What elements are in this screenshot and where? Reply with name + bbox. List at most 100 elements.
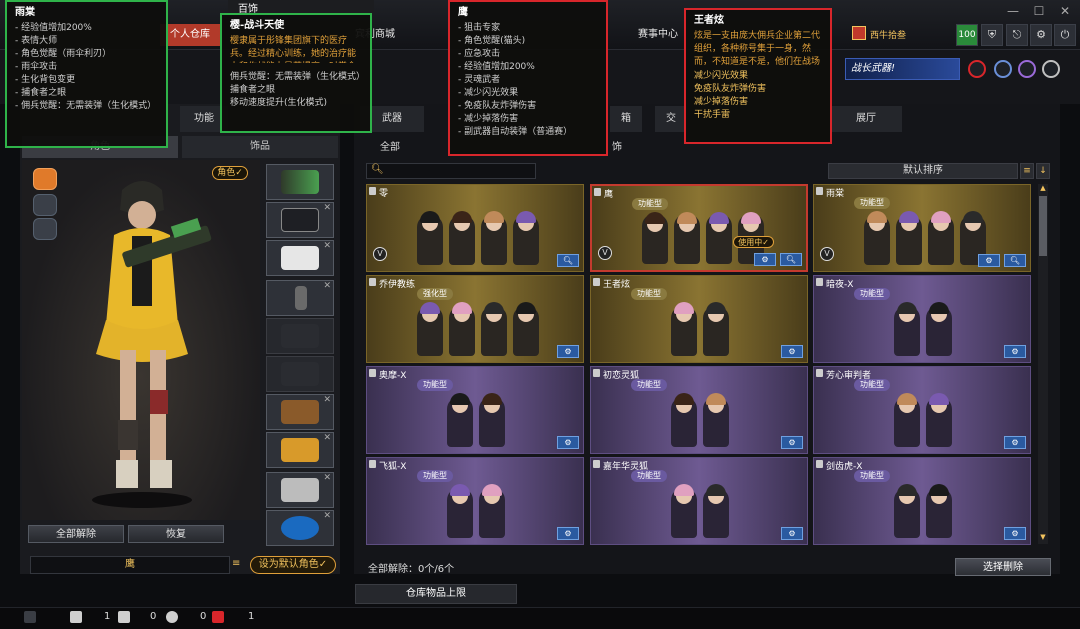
scroll-up-icon[interactable]: ▲ [1039, 184, 1047, 194]
card-settings-icon[interactable]: ⚙ [754, 253, 776, 266]
tooltip-description: 炫是一支由庞大佣兵企业第二代组织，各种称号集于一身，然而，不知道是不是，他们在战… [694, 31, 821, 66]
equip-slot[interactable]: ✕ [266, 280, 334, 316]
rank-icon [852, 26, 866, 40]
sort-select[interactable]: 默认排序 [828, 163, 1018, 179]
gift-icon[interactable] [212, 611, 224, 623]
list-icon[interactable] [24, 611, 36, 623]
portrait-hair [674, 393, 694, 405]
type-tag: 功能型 [854, 197, 890, 209]
character-card[interactable]: 零 V 🔍︎ [366, 184, 584, 272]
scroll-thumb[interactable] [1039, 196, 1047, 256]
close-icon[interactable]: ✕ [1052, 2, 1078, 20]
lock-icon [369, 369, 376, 377]
lock-icon [369, 187, 376, 195]
character-icon[interactable] [33, 168, 57, 190]
badge-icon[interactable] [1042, 60, 1060, 78]
tooltip-ying-angel: 樱-战斗天使 樱隶属于彤锋集团旗下的医疗兵。经过精心训练，她的治疗能力和作战能力… [220, 13, 372, 133]
card-settings-icon[interactable]: ⚙ [978, 254, 1000, 267]
status-count: 1 [104, 611, 111, 622]
card-settings-icon[interactable]: ⚙ [1004, 345, 1026, 358]
card-settings-icon[interactable]: ⚙ [557, 527, 579, 540]
equip-slot[interactable]: ✕ [266, 510, 334, 546]
badge-icon[interactable] [1018, 60, 1036, 78]
select-delete-button[interactable]: 选择删除 [955, 558, 1051, 576]
card-settings-icon[interactable]: ⚙ [557, 345, 579, 358]
sort-direction-icon[interactable]: ↓ [1036, 163, 1050, 179]
wings-icon[interactable] [33, 218, 57, 240]
nav-personal-warehouse[interactable]: 个人仓库 [160, 24, 220, 46]
level-badge[interactable]: 100 [956, 24, 978, 46]
card-preview-icon[interactable]: 🔍︎ [780, 253, 802, 266]
scroll-down-icon[interactable]: ▼ [1039, 533, 1047, 543]
warehouse-capacity-button[interactable]: 仓库物品上限 [355, 584, 517, 604]
tooltip-item: 捕食者之眼 [230, 85, 276, 95]
shield-icon[interactable]: ⛨ [981, 24, 1003, 46]
restore-button[interactable]: 恢复 [128, 525, 224, 543]
character-card[interactable]: 乔伊教练 强化型 ⚙ [366, 275, 584, 363]
minimize-icon[interactable]: — [1000, 2, 1026, 20]
character-card[interactable]: 暗夜-X 功能型 ⚙ [813, 275, 1031, 363]
card-settings-icon[interactable]: ⚙ [781, 527, 803, 540]
character-card[interactable]: 初恋灵狐 功能型 ⚙ [590, 366, 808, 454]
tooltip-list: 狙击专家 角色觉醒(猫头) 应急攻击 经验值增加200% 灵魂武者 减少闪光效果… [458, 22, 598, 139]
maximize-icon[interactable]: ☐ [1026, 2, 1052, 20]
tab-trade[interactable]: 交 [655, 106, 687, 132]
character-name-field[interactable]: 鹰 [30, 556, 230, 574]
portrait-hair [929, 393, 949, 405]
character-preview[interactable] [22, 160, 260, 520]
filter-accessory[interactable]: 饰 [612, 140, 622, 156]
equip-slot[interactable] [266, 356, 334, 392]
exit-icon[interactable]: ⎋ [1006, 24, 1028, 46]
unequip-all-button[interactable]: 全部解除 [28, 525, 124, 543]
card-settings-icon[interactable]: ⚙ [1004, 527, 1026, 540]
role-tag[interactable]: 角色✓ [212, 166, 248, 180]
badge-icon[interactable] [968, 60, 986, 78]
equip-slot[interactable]: ✕ [266, 202, 334, 238]
subtab-accessory[interactable]: 饰品 [182, 136, 338, 158]
tooltip-item: 减少闪光效果 [458, 87, 598, 100]
promo-banner[interactable]: 战长武器! [845, 58, 960, 80]
equip-slot[interactable]: ✕ [266, 472, 334, 508]
equip-slot[interactable] [266, 318, 334, 354]
set-default-character-button[interactable]: 设为默认角色✓ [250, 556, 336, 574]
equip-slot[interactable]: ✕ [266, 432, 334, 468]
character-card[interactable]: 嘉年华灵狐 功能型 ⚙ [590, 457, 808, 545]
character-card[interactable]: 剑齿虎-X 功能型 ⚙ [813, 457, 1031, 545]
equip-slot[interactable] [266, 164, 334, 200]
mask-icon[interactable] [33, 194, 57, 216]
chat-icon[interactable] [166, 611, 178, 623]
portrait-hair [516, 302, 536, 314]
users-icon[interactable] [70, 611, 82, 623]
search-input[interactable]: 🔍︎ [366, 163, 536, 179]
equip-slot[interactable]: ✕ [266, 394, 334, 430]
gear-icon[interactable]: ⚙ [1030, 24, 1052, 46]
character-card[interactable]: 鹰功能型 V 🔍︎ ⚙ 使用中✓ [590, 184, 808, 272]
nav-event-center[interactable]: 赛事中心 [628, 24, 688, 46]
badge-icon[interactable] [994, 60, 1012, 78]
portrait-hair [450, 484, 470, 496]
tab-box[interactable]: 箱 [610, 106, 642, 132]
tooltip-item: 佣兵觉醒：无需装弹（生化模式） [230, 72, 366, 82]
menu-icon[interactable]: ≡ [232, 558, 244, 572]
character-card[interactable]: 雨棠 功能型 V 🔍︎ ⚙ [813, 184, 1031, 272]
character-card[interactable]: 飞狐-X 功能型 ⚙ [366, 457, 584, 545]
character-card[interactable]: 芳心审判者 功能型 ⚙ [813, 366, 1031, 454]
filter-all[interactable]: 全部 [380, 140, 400, 156]
card-settings-icon[interactable]: ⚙ [1004, 436, 1026, 449]
equip-slot[interactable]: ✕ [266, 240, 334, 276]
lock-icon [369, 278, 376, 286]
character-card[interactable]: 奥摩-X 功能型 ⚙ [366, 366, 584, 454]
tab-showroom[interactable]: 展厅 [830, 106, 902, 132]
character-card[interactable]: 王者炫 功能型 ⚙ [590, 275, 808, 363]
list-view-icon[interactable]: ≡ [1020, 163, 1034, 179]
portrait-hair [963, 211, 983, 223]
card-settings-icon[interactable]: ⚙ [557, 436, 579, 449]
card-settings-icon[interactable]: ⚙ [781, 345, 803, 358]
power-icon[interactable]: ⏻ [1054, 24, 1076, 46]
card-preview-icon[interactable]: 🔍︎ [557, 254, 579, 267]
card-settings-icon[interactable]: ⚙ [781, 436, 803, 449]
tooltip-item: 干扰手雷 [694, 110, 731, 120]
card-preview-icon[interactable]: 🔍︎ [1004, 254, 1026, 267]
shield-icon[interactable] [118, 611, 130, 623]
type-tag: 功能型 [632, 198, 668, 210]
